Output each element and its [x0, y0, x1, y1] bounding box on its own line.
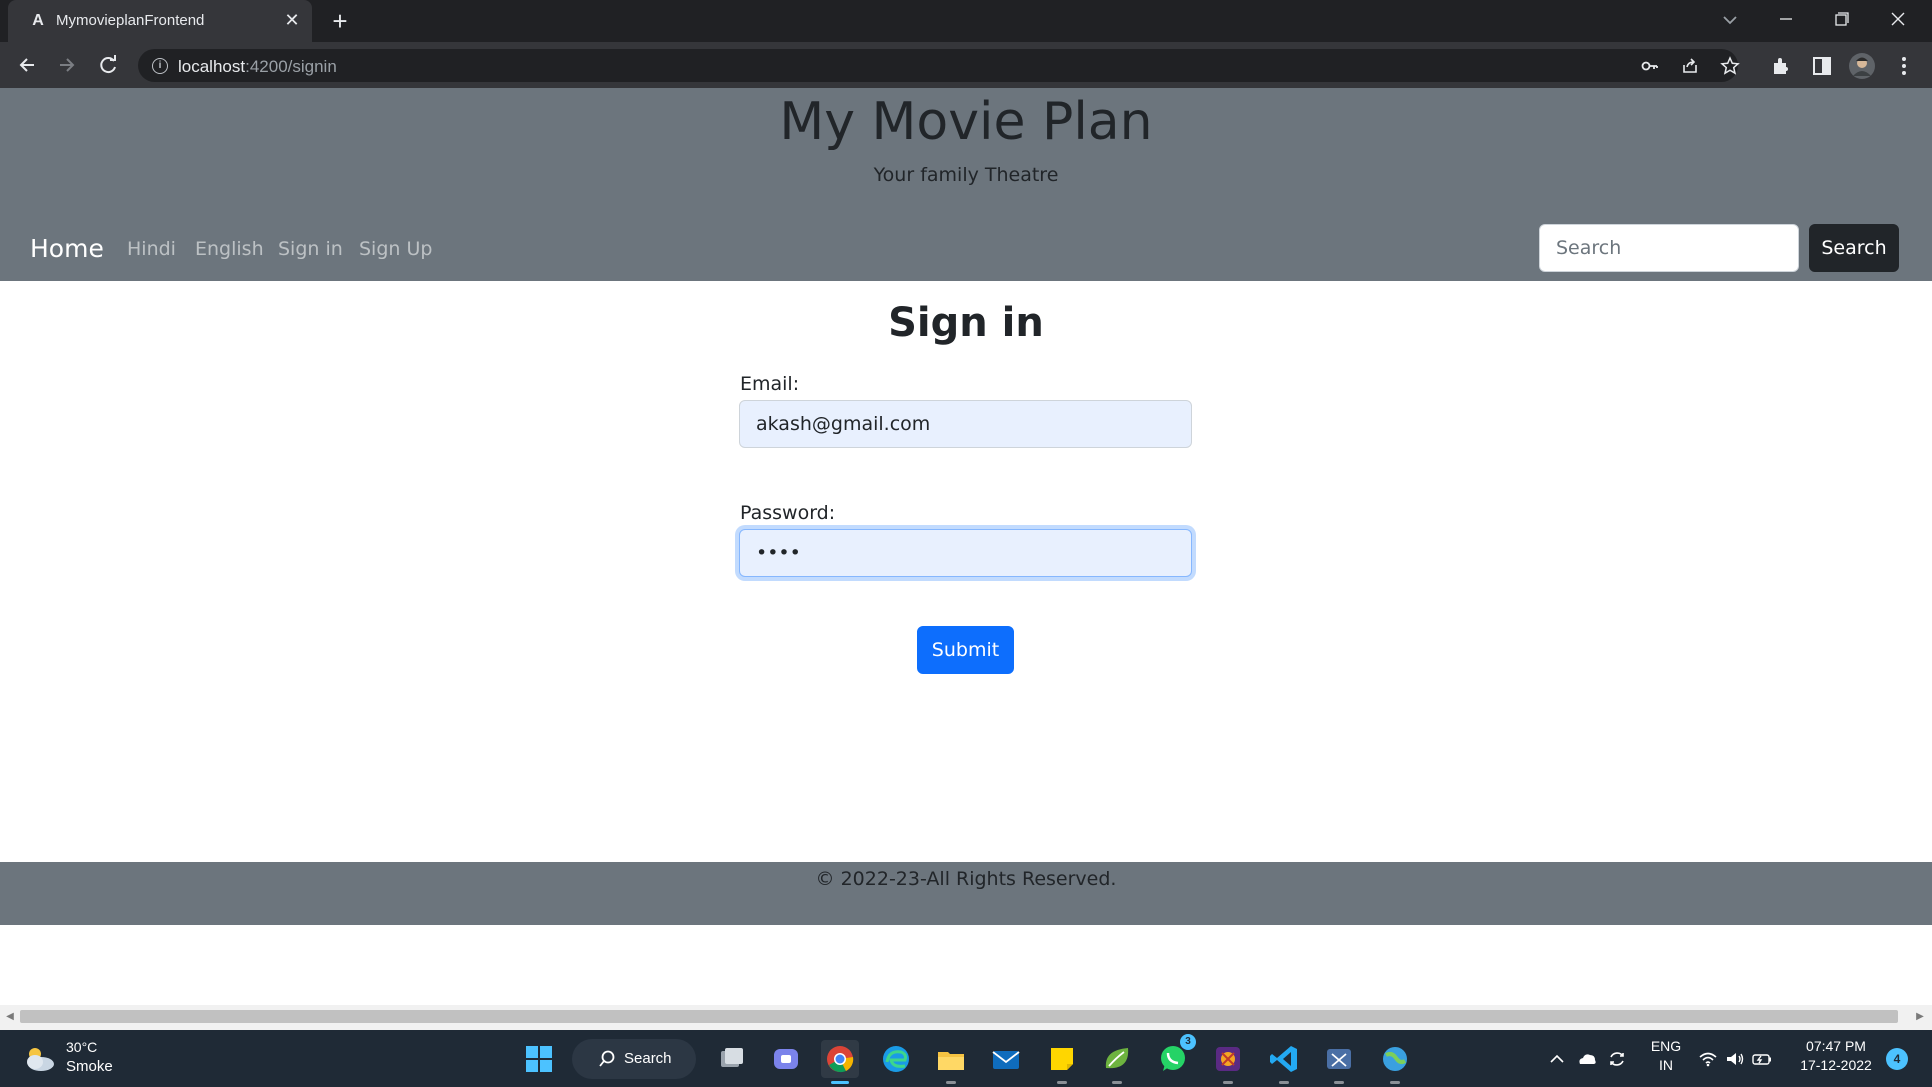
share-icon[interactable] — [1680, 56, 1700, 76]
bookmark-star-icon[interactable] — [1720, 56, 1740, 76]
url-text: localhost:4200/signin — [178, 57, 337, 76]
weather-description: Smoke — [66, 1058, 113, 1075]
task-view-icon[interactable] — [712, 1040, 750, 1078]
password-label: Password: — [740, 502, 836, 524]
email-label: Email: — [740, 373, 800, 395]
chevron-up-icon[interactable] — [1546, 1048, 1568, 1070]
whatsapp-unread-badge: 3 — [1180, 1034, 1196, 1050]
menu-icon[interactable] — [1892, 54, 1916, 78]
signin-heading: Sign in — [888, 300, 1044, 346]
site-subtitle: Your family Theatre — [873, 164, 1059, 186]
address-bar[interactable]: i localhost:4200/signin — [138, 49, 1740, 82]
profile-avatar[interactable] — [1848, 52, 1876, 80]
site-header: My Movie Plan Your family Theatre Home H… — [0, 88, 1932, 281]
minimize-icon[interactable] — [1758, 0, 1814, 40]
region-indicator: IN — [1659, 1057, 1673, 1073]
browser-tab[interactable]: A MymovieplanFrontend ✕ — [8, 0, 312, 42]
nav-link-sign-in[interactable]: Sign in — [278, 238, 343, 260]
active-app-indicator — [831, 1081, 849, 1084]
browser-toolbar: i localhost:4200/signin — [0, 42, 1932, 88]
extensions-icon[interactable] — [1770, 54, 1794, 78]
nav-link-english[interactable]: English — [195, 238, 264, 260]
clock-time[interactable]: 07:47 PM — [1796, 1038, 1876, 1054]
search-icon — [599, 1050, 615, 1067]
nav-home-link[interactable]: Home — [30, 234, 104, 263]
edge-icon[interactable] — [877, 1040, 915, 1078]
battery-icon[interactable] — [1751, 1048, 1773, 1070]
scroll-left-icon[interactable]: ◀ — [4, 1011, 16, 1023]
new-tab-icon[interactable]: + — [326, 7, 354, 35]
nav-link-sign-up[interactable]: Sign Up — [359, 238, 432, 260]
snipping-tool-icon[interactable] — [1320, 1040, 1358, 1084]
close-window-icon[interactable] — [1870, 0, 1926, 40]
sticky-notes-icon[interactable] — [1043, 1040, 1081, 1084]
browser-tab-strip: A MymovieplanFrontend ✕ + — [0, 0, 1932, 42]
reload-icon[interactable] — [93, 50, 123, 80]
windows-taskbar: 30°C Smoke Search 3 ENG IN 07:47 PM 17-1… — [0, 1030, 1932, 1087]
file-explorer-icon[interactable] — [932, 1040, 970, 1084]
running-app-indicator — [1223, 1081, 1233, 1084]
taskbar-search[interactable]: Search — [572, 1039, 696, 1079]
email-field[interactable] — [739, 400, 1192, 448]
onedrive-cloud-icon[interactable] — [1576, 1048, 1598, 1070]
windows-start-icon[interactable] — [520, 1040, 558, 1078]
wifi-icon[interactable] — [1697, 1048, 1719, 1070]
submit-button[interactable]: Submit — [917, 626, 1014, 674]
volume-icon[interactable] — [1724, 1048, 1746, 1070]
navbar: Home Hindi English Sign in Sign Up Searc… — [0, 214, 1932, 281]
site-title: My Movie Plan — [779, 92, 1153, 152]
password-field[interactable] — [739, 529, 1192, 577]
language-indicator[interactable]: ENG — [1646, 1038, 1686, 1054]
running-app-indicator — [1390, 1081, 1400, 1084]
running-app-indicator — [1057, 1081, 1067, 1084]
weather-temperature: 30°C — [66, 1039, 98, 1055]
site-footer: © 2022-23-All Rights Reserved. — [0, 862, 1932, 925]
spring-tool-suite-icon[interactable] — [1098, 1040, 1136, 1084]
key-icon[interactable] — [1640, 56, 1660, 76]
mail-icon[interactable] — [987, 1040, 1025, 1078]
site-info-icon[interactable]: i — [152, 58, 168, 74]
scroll-right-icon[interactable]: ▶ — [1914, 1011, 1926, 1023]
tab-title: MymovieplanFrontend — [56, 12, 205, 29]
horizontal-scrollbar[interactable]: ◀ ▶ — [0, 1005, 1932, 1030]
clock-date: 17-12-2022 — [1800, 1057, 1872, 1073]
vscode-icon[interactable] — [1265, 1040, 1303, 1084]
nav-link-hindi[interactable]: Hindi — [127, 238, 176, 260]
teams-chat-icon[interactable] — [767, 1040, 805, 1078]
weather-cloud-icon[interactable] — [22, 1042, 56, 1074]
back-icon[interactable] — [12, 50, 42, 80]
taskbar-search-label: Search — [624, 1050, 672, 1067]
close-tab-icon[interactable]: ✕ — [280, 8, 304, 32]
forward-icon[interactable] — [52, 50, 82, 80]
search-input[interactable] — [1539, 224, 1799, 272]
side-panel-icon[interactable] — [1810, 54, 1834, 78]
running-app-indicator — [1112, 1081, 1122, 1084]
browser-app-icon[interactable] — [1376, 1040, 1414, 1084]
sync-icon[interactable] — [1606, 1048, 1628, 1070]
running-app-indicator — [1279, 1081, 1289, 1084]
whatsapp-icon[interactable]: 3 — [1154, 1034, 1196, 1078]
copyright-text: © 2022-23-All Rights Reserved. — [815, 868, 1117, 890]
notification-count-badge[interactable]: 4 — [1886, 1048, 1908, 1070]
tab-search-icon[interactable] — [1716, 6, 1744, 34]
chrome-taskbar-icon[interactable] — [821, 1040, 859, 1084]
search-button[interactable]: Search — [1809, 224, 1899, 272]
running-app-indicator — [1334, 1081, 1344, 1084]
running-app-indicator — [946, 1081, 956, 1084]
scrollbar-thumb[interactable] — [20, 1010, 1898, 1023]
angular-favicon-icon: A — [32, 12, 44, 29]
restore-icon[interactable] — [1814, 0, 1870, 40]
game-app-icon[interactable] — [1209, 1040, 1247, 1084]
